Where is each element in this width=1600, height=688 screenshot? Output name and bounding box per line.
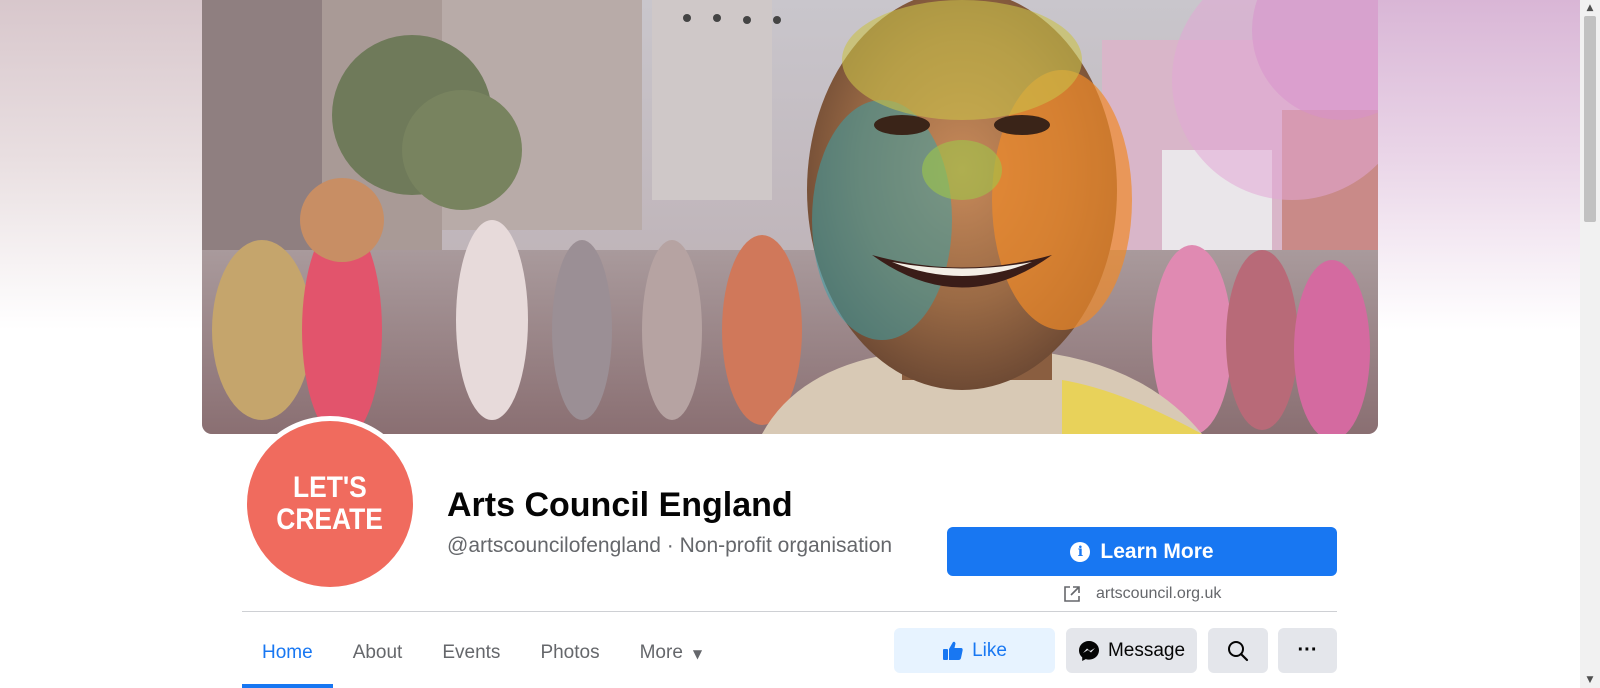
avatar-logo-line-2: CREATE [276, 503, 384, 536]
page-tabs: Home About Events Photos More ▼ [242, 628, 722, 688]
tab-events-label: Events [442, 642, 501, 663]
tab-home[interactable]: Home [242, 628, 333, 688]
tab-photos-label: Photos [540, 642, 600, 663]
message-button[interactable]: Message [1066, 628, 1197, 673]
page-title: Arts Council England [447, 486, 793, 524]
info-icon: i [1070, 541, 1091, 562]
learn-more-label: Learn More [1100, 539, 1214, 563]
search-button[interactable] [1208, 628, 1268, 673]
scroll-up-arrow[interactable]: ▲ [1580, 0, 1600, 16]
website-link[interactable]: artscouncil.org.uk [1062, 584, 1221, 604]
tab-about[interactable]: About [333, 628, 423, 688]
external-link-icon [1062, 584, 1082, 604]
avatar-logo: LET'S CREATE [247, 421, 413, 587]
tab-about-label: About [352, 642, 403, 663]
messenger-icon [1078, 640, 1100, 662]
tab-events[interactable]: Events [422, 628, 520, 688]
search-icon [1227, 640, 1249, 662]
cover-photo[interactable] [202, 0, 1378, 434]
scrollbar[interactable]: ▲ ▼ [1580, 0, 1600, 688]
background-tint [1378, 0, 1580, 330]
thumbs-up-icon [942, 641, 964, 661]
tab-more[interactable]: More ▼ [620, 628, 723, 688]
tab-photos[interactable]: Photos [520, 628, 619, 688]
website-url: artscouncil.org.uk [1096, 585, 1222, 602]
caret-down-icon: ▼ [692, 647, 703, 661]
avatar-logo-line-1: LET'S [293, 471, 367, 504]
learn-more-button[interactable]: i Learn More [947, 527, 1337, 576]
more-options-button[interactable]: ··· [1278, 628, 1337, 673]
page-subtitle: @artscouncilofengland · Non-profit organ… [447, 534, 893, 557]
message-label: Message [1107, 639, 1186, 661]
like-button[interactable]: Like [894, 628, 1055, 673]
profile-avatar[interactable]: LET'S CREATE [242, 416, 418, 592]
like-label: Like [972, 639, 1007, 661]
tab-home-label: Home [262, 642, 313, 663]
scroll-thumb[interactable] [1584, 16, 1596, 222]
scroll-down-arrow[interactable]: ▼ [1580, 672, 1600, 688]
more-dots-icon: ··· [1297, 639, 1318, 661]
tab-more-label: More [639, 642, 683, 663]
header-divider [242, 611, 1337, 612]
